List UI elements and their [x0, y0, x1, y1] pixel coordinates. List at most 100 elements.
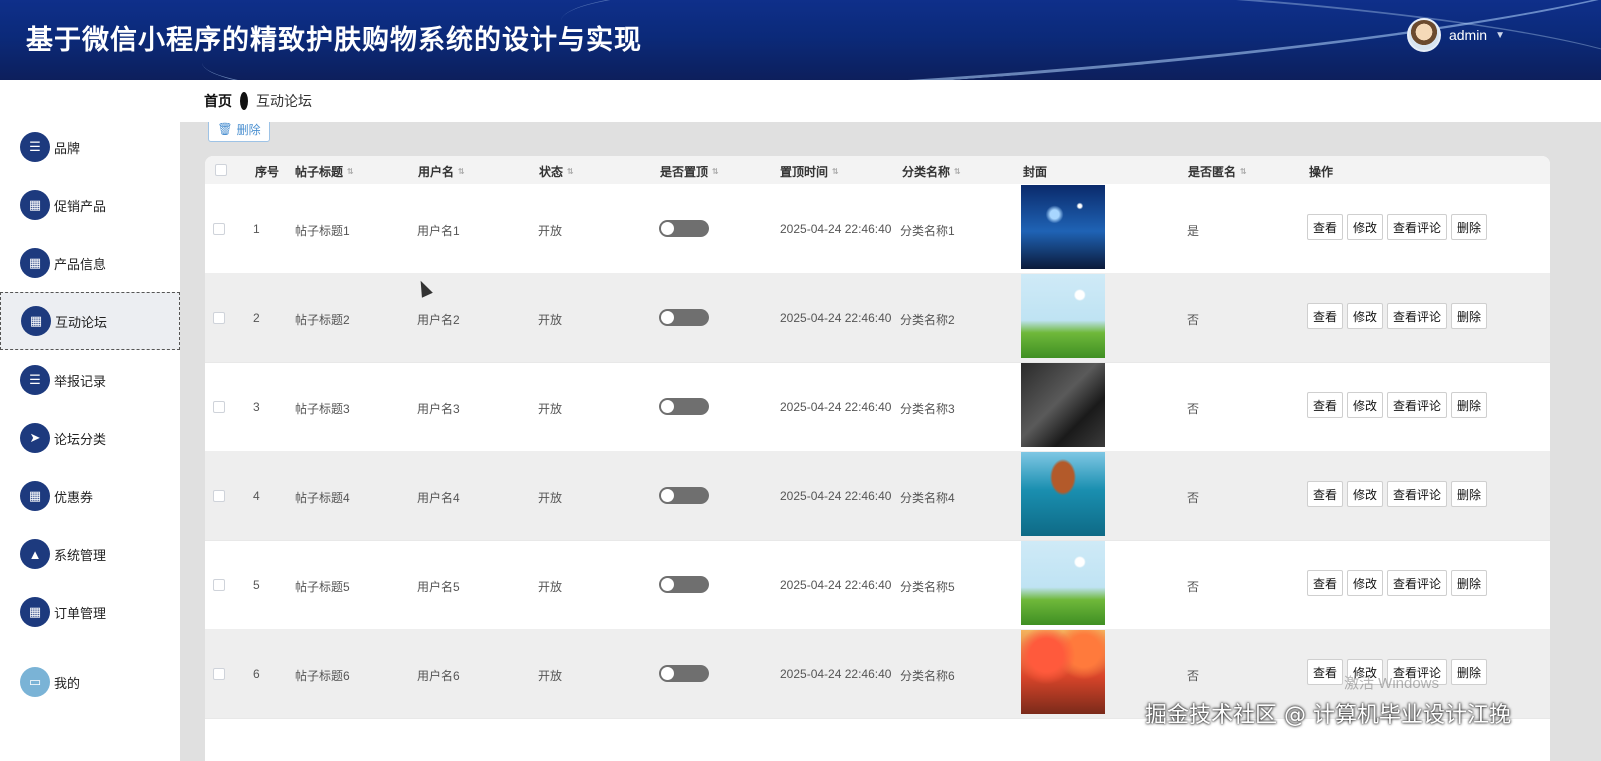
delete-button[interactable]: 删除 [1451, 659, 1488, 685]
col-anonymous[interactable]: 是否匿名 ⇅ [1188, 163, 1247, 180]
sidebar-item-orders[interactable]: ▦ 订单管理 [0, 583, 180, 641]
breadcrumb: 首页 互动论坛 [180, 80, 1601, 122]
sidebar-item-system[interactable]: ▲ 系统管理 [0, 525, 180, 583]
view-comments-button[interactable]: 查看评论 [1387, 303, 1448, 329]
post-user: 用户名2 [417, 313, 460, 327]
grid-icon: ▦ [20, 597, 50, 627]
col-user[interactable]: 用户名 ⇅ [418, 163, 465, 180]
user-menu[interactable]: admin ▼ [1406, 18, 1505, 52]
row-index: 3 [253, 400, 260, 414]
sidebar-item-promotion[interactable]: ▦ 促销产品 [0, 176, 180, 234]
view-button[interactable]: 查看 [1307, 214, 1344, 240]
row-checkbox[interactable] [213, 312, 225, 324]
post-status: 开放 [538, 491, 563, 505]
category-name: 分类名称3 [900, 402, 955, 416]
row-index: 2 [253, 311, 260, 325]
sidebar-item-brand[interactable]: ☰ 品牌 [0, 118, 180, 176]
pinned-toggle[interactable] [659, 398, 709, 415]
sort-icon: ⇅ [712, 166, 719, 176]
anonymous-flag: 否 [1187, 402, 1200, 416]
view-button[interactable]: 查看 [1307, 481, 1344, 507]
pinned-toggle[interactable] [659, 309, 709, 326]
send-icon: ➤ [20, 423, 50, 453]
cover-image [1021, 630, 1105, 714]
view-button[interactable]: 查看 [1307, 659, 1344, 685]
col-status[interactable]: 状态 ⇅ [539, 163, 574, 180]
pin-time: 2025-04-24 22:46:40 [780, 222, 892, 236]
col-index: 序号 [255, 165, 280, 179]
site-watermark: 掘金技术社区 @ 计算机毕业设计江挽 [1145, 703, 1511, 728]
pin-time: 2025-04-24 22:46:40 [780, 578, 892, 592]
breadcrumb-home[interactable]: 首页 [204, 91, 232, 111]
delete-button[interactable]: 删除 [1451, 303, 1488, 329]
delete-button[interactable]: 删除 [1451, 214, 1488, 240]
view-comments-button[interactable]: 查看评论 [1387, 392, 1448, 418]
post-title: 帖子标题1 [295, 224, 350, 238]
col-actions: 操作 [1309, 165, 1334, 179]
row-checkbox[interactable] [213, 490, 225, 502]
edit-button[interactable]: 修改 [1347, 570, 1384, 596]
sidebar-item-label: 系统管理 [54, 547, 107, 563]
row-checkbox[interactable] [213, 401, 225, 413]
table-row: 2 帖子标题2 用户名2 开放 2025-04-24 22:46:40 分类名称… [205, 273, 1550, 363]
col-category[interactable]: 分类名称 ⇅ [902, 163, 961, 180]
delete-button[interactable]: 删除 [1451, 392, 1488, 418]
table-header: 序号 帖子标题 ⇅ 用户名 ⇅ 状态 ⇅ 是否置顶 ⇅ 置顶时间 ⇅ 分类名称 ⇅ 封面 是… [205, 156, 1550, 184]
row-checkbox[interactable] [213, 668, 225, 680]
main-content: 🗑 删除 序号 帖子标题 ⇅ 用户名 ⇅ 状态 ⇅ 是否置顶 ⇅ 置顶时间 ⇅ 分类名称 ⇅… [180, 122, 1601, 761]
delete-label: 删除 [236, 122, 261, 137]
post-title: 帖子标题4 [295, 491, 350, 505]
col-pin-time[interactable]: 置顶时间 ⇅ [780, 163, 839, 180]
row-actions: 查看 修改 查看评论 删除 [1307, 481, 1488, 507]
pinned-toggle[interactable] [659, 665, 709, 682]
breadcrumb-current: 互动论坛 [256, 93, 312, 109]
pinned-toggle[interactable] [659, 576, 709, 593]
edit-button[interactable]: 修改 [1347, 392, 1384, 418]
avatar[interactable] [1406, 18, 1441, 52]
category-name: 分类名称5 [900, 580, 955, 594]
col-title[interactable]: 帖子标题 ⇅ [295, 163, 354, 180]
sidebar-item-label: 品牌 [54, 140, 81, 156]
username[interactable]: admin [1449, 27, 1487, 43]
post-status: 开放 [538, 224, 563, 238]
sidebar-item-label: 订单管理 [54, 605, 107, 621]
delete-button[interactable]: 删除 [1451, 570, 1488, 596]
category-name: 分类名称1 [900, 224, 955, 238]
sidebar-item-forum[interactable]: ▦ 互动论坛 [0, 292, 180, 350]
pin-time: 2025-04-24 22:46:40 [780, 400, 892, 414]
grid-icon: ▦ [20, 481, 50, 511]
view-comments-button[interactable]: 查看评论 [1387, 481, 1448, 507]
pinned-toggle[interactable] [659, 487, 709, 504]
anonymous-flag: 否 [1187, 313, 1200, 327]
sidebar: ☰ 品牌 ▦ 促销产品 ▦ 产品信息 ▦ 互动论坛 ☰ 举报记录 ➤ 论坛分类 … [0, 80, 180, 761]
sidebar-item-coupon[interactable]: ▦ 优惠券 [0, 467, 180, 525]
pinned-toggle[interactable] [659, 220, 709, 237]
view-button[interactable]: 查看 [1307, 570, 1344, 596]
view-button[interactable]: 查看 [1307, 303, 1344, 329]
sidebar-item-forum-category[interactable]: ➤ 论坛分类 [0, 409, 180, 467]
sidebar-item-report[interactable]: ☰ 举报记录 [0, 351, 180, 409]
row-actions: 查看 修改 查看评论 删除 [1307, 392, 1488, 418]
row-checkbox[interactable] [213, 579, 225, 591]
sidebar-item-label: 我的 [54, 675, 81, 691]
edit-button[interactable]: 修改 [1347, 303, 1384, 329]
windows-activation-watermark: 激活 Windows [1344, 675, 1440, 692]
view-button[interactable]: 查看 [1307, 392, 1344, 418]
pin-time: 2025-04-24 22:46:40 [780, 667, 892, 681]
select-all-checkbox[interactable] [215, 164, 227, 176]
caret-down-icon[interactable]: ▼ [1495, 30, 1505, 41]
app-header: 基于微信小程序的精致护肤购物系统的设计与实现 admin ▼ [0, 0, 1601, 80]
edit-button[interactable]: 修改 [1347, 214, 1384, 240]
batch-delete-button[interactable]: 🗑 删除 [208, 122, 270, 142]
post-status: 开放 [538, 402, 563, 416]
row-checkbox[interactable] [213, 223, 225, 235]
delete-button[interactable]: 删除 [1451, 481, 1488, 507]
edit-button[interactable]: 修改 [1347, 481, 1384, 507]
sidebar-item-product[interactable]: ▦ 产品信息 [0, 234, 180, 292]
view-comments-button[interactable]: 查看评论 [1387, 570, 1448, 596]
col-pinned[interactable]: 是否置顶 ⇅ [660, 163, 719, 180]
sidebar-item-mine[interactable]: ▭ 我的 [0, 653, 180, 711]
view-comments-button[interactable]: 查看评论 [1387, 214, 1448, 240]
sort-icon: ⇅ [458, 166, 465, 176]
table-row: 4 帖子标题4 用户名4 开放 2025-04-24 22:46:40 分类名称… [205, 451, 1550, 541]
